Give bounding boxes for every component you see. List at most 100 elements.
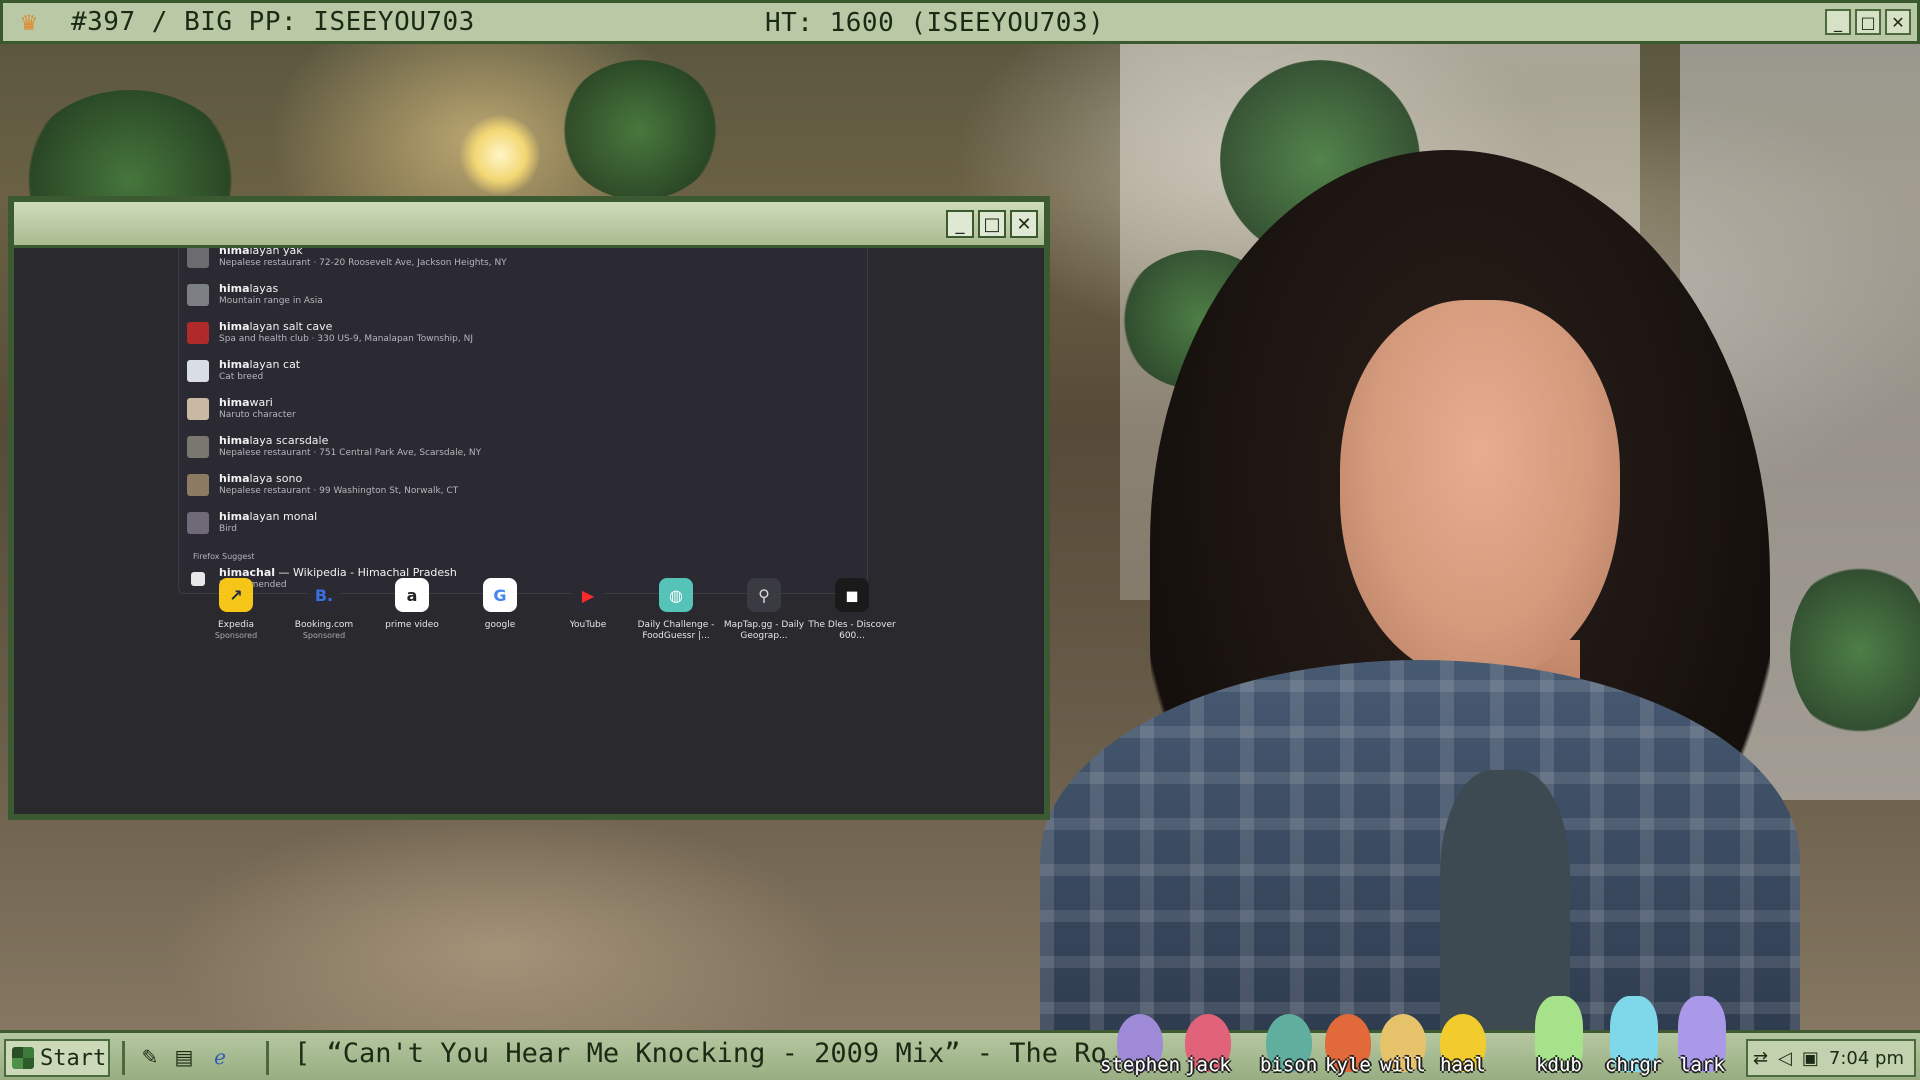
close-icon[interactable]: ✕	[1885, 9, 1911, 35]
top-site-shortcut[interactable]: ↗ Expedia Sponsored	[192, 578, 280, 642]
suggestion-thumbnail-icon	[187, 322, 209, 344]
site-label: Booking.com	[294, 620, 354, 630]
suggestion-thumbnail-icon	[187, 248, 209, 268]
top-site-shortcut[interactable]: Ggoogle	[456, 578, 544, 642]
suggestion-rest: wari	[249, 396, 273, 409]
search-suggestions-dropdown: himalayan yak Nepalese restaurant · 72-20…	[178, 248, 868, 594]
streamer-face	[1340, 300, 1620, 680]
critter-name: haal	[1440, 1054, 1486, 1076]
search-suggestion[interactable]: himalayan yak Nepalese restaurant · 72-20…	[187, 248, 507, 274]
taskbar-divider	[266, 1041, 269, 1075]
title-bar-controls: _ □ ✕	[1825, 9, 1911, 35]
crown-icon: ♛	[21, 7, 37, 37]
search-suggestion[interactable]: himalayan monal Bird	[187, 506, 317, 540]
maximize-icon[interactable]: □	[1855, 9, 1881, 35]
suggestion-rest: layan cat	[249, 358, 301, 371]
browser-icon[interactable]: ℯ	[206, 1043, 234, 1071]
site-logo-icon: B.	[307, 578, 341, 612]
suggestion-subtitle: Naruto character	[219, 410, 296, 420]
site-sponsored-label: Sponsored	[302, 631, 346, 640]
site-label: YouTube	[569, 620, 607, 630]
suggestion-rest: layan yak	[249, 248, 303, 257]
suggestion-rest: laya sono	[249, 472, 303, 485]
chat-critter: bison	[1260, 1014, 1317, 1080]
site-logo-icon: G	[483, 578, 517, 612]
site-logo-icon: ▶	[571, 578, 605, 612]
close-icon[interactable]: ✕	[1010, 210, 1038, 238]
search-suggestion[interactable]: himalaya scarsdale Nepalese restaurant · …	[187, 430, 481, 464]
clock: 7:04 pm	[1828, 1047, 1904, 1069]
suggestion-subtitle: Nepalese restaurant · 751 Central Park A…	[219, 448, 482, 458]
minimize-icon[interactable]: _	[946, 210, 974, 238]
start-button[interactable]: Start	[4, 1039, 110, 1077]
chat-critter: will	[1380, 1014, 1426, 1080]
display-icon[interactable]: ▣	[1802, 1048, 1819, 1069]
site-label: MapTap.gg - Daily Geograp...	[723, 620, 805, 641]
suggestion-subtitle: Cat breed	[219, 372, 264, 382]
site-logo-icon: ⚲	[747, 578, 781, 612]
site-logo-icon: ◼	[835, 578, 869, 612]
browser-content: himalayan yak Nepalese restaurant · 72-20…	[14, 248, 1044, 814]
top-site-shortcut[interactable]: ⚲ MapTap.gg - Daily Geograp...	[720, 578, 808, 642]
suggestion-rest: layan monal	[249, 510, 318, 523]
site-label: Daily Challenge - FoodGuessr |...	[637, 620, 715, 641]
suggestion-thumbnail-icon	[187, 398, 209, 420]
site-label: The Dles - Discover 600...	[808, 620, 896, 641]
top-site-shortcut[interactable]: a prime video	[368, 578, 456, 642]
suggestion-subtitle: Spa and health club · 330 US-9, Manalapa…	[219, 334, 473, 344]
search-suggestion[interactable]: himalayan cat Cat breed	[187, 354, 300, 388]
browser-window-controls: _ □ ✕	[946, 210, 1038, 238]
suggestion-match: hima	[219, 248, 250, 257]
minimize-icon[interactable]: _	[1825, 9, 1851, 35]
suggestion-match: hima	[219, 358, 250, 371]
suggestion-rest: laya scarsdale	[249, 434, 329, 447]
chat-critter: jack	[1185, 1014, 1231, 1080]
critter-name: jack	[1185, 1054, 1231, 1076]
suggestion-thumbnail-icon	[187, 360, 209, 382]
hype-train-total: HT: 1600 (ISEEYOU703)	[765, 8, 1105, 38]
browser-title-bar[interactable]: _ □ ✕	[14, 202, 1044, 248]
critter-name: kyle	[1325, 1054, 1371, 1076]
now-playing-ticker: [ “Can't You Hear Me Knocking - 2009 Mix…	[294, 1038, 1107, 1069]
site-sponsored-label: Sponsored	[214, 631, 258, 640]
suggestion-thumbnail-icon	[187, 512, 209, 534]
top-sites-shortcuts: ↗ Expedia Sponsored B. Booking.com Sponsored a…	[192, 578, 896, 642]
suggestion-match: hima	[219, 282, 250, 295]
suggestion-match: hima	[219, 472, 250, 485]
file-manager-icon[interactable]: ▤	[170, 1043, 198, 1071]
suggestion-subtitle: Nepalese restaurant · 72-20 Roosevelt Av…	[219, 258, 507, 268]
firefox-suggest-heading: Firefox Suggest	[193, 552, 255, 561]
volume-icon[interactable]: ◁	[1778, 1048, 1792, 1069]
suggestion-subtitle: Mountain range in Asia	[219, 296, 323, 306]
suggestion-thumbnail-icon	[187, 436, 209, 458]
suggestion-match: hima	[219, 320, 250, 333]
search-suggestion[interactable]: himalayas Mountain range in Asia	[187, 278, 323, 312]
notepad-icon[interactable]: ✎	[136, 1043, 164, 1071]
chat-critter: kyle	[1325, 1014, 1371, 1080]
chat-critter: lark	[1678, 996, 1726, 1080]
chat-critter: haal	[1440, 1014, 1486, 1080]
top-site-shortcut[interactable]: ◍ Daily Challenge - FoodGuessr |...	[632, 578, 720, 642]
site-label: prime video	[385, 620, 439, 630]
site-logo-icon: a	[395, 578, 429, 612]
search-suggestion[interactable]: himalayan salt cave Spa and health club ·…	[187, 316, 473, 350]
top-site-shortcut[interactable]: ◼ The Dles - Discover 600...	[808, 578, 896, 642]
plant	[1790, 560, 1920, 740]
network-icon[interactable]: ⇄	[1753, 1048, 1768, 1069]
maximize-icon[interactable]: □	[978, 210, 1006, 238]
site-label: google	[484, 620, 516, 630]
chat-critter: stephen	[1100, 1014, 1180, 1080]
suggestion-rest: layas	[249, 282, 279, 295]
critter-name: bison	[1260, 1054, 1318, 1076]
critter-name: lark	[1679, 1054, 1725, 1076]
browser-window: _ □ ✕ himalayan yak Nepalese restaurant ·…	[8, 196, 1050, 820]
lamp	[460, 115, 540, 195]
suggestion-match: hima	[219, 396, 250, 409]
search-suggestion[interactable]: himawari Naruto character	[187, 392, 296, 426]
top-site-shortcut[interactable]: B. Booking.com Sponsored	[280, 578, 368, 642]
search-suggestion[interactable]: himalaya sono Nepalese restaurant · 99 Wa…	[187, 468, 458, 502]
critter-name: stephen	[1100, 1054, 1181, 1076]
chat-critter: chrgr	[1605, 996, 1662, 1080]
top-site-shortcut[interactable]: ▶ YouTube	[544, 578, 632, 642]
stream-title-bar: ♛ #397 / BIG PP: ISEEYOU703 HT: 1600 (IS…	[0, 0, 1920, 44]
